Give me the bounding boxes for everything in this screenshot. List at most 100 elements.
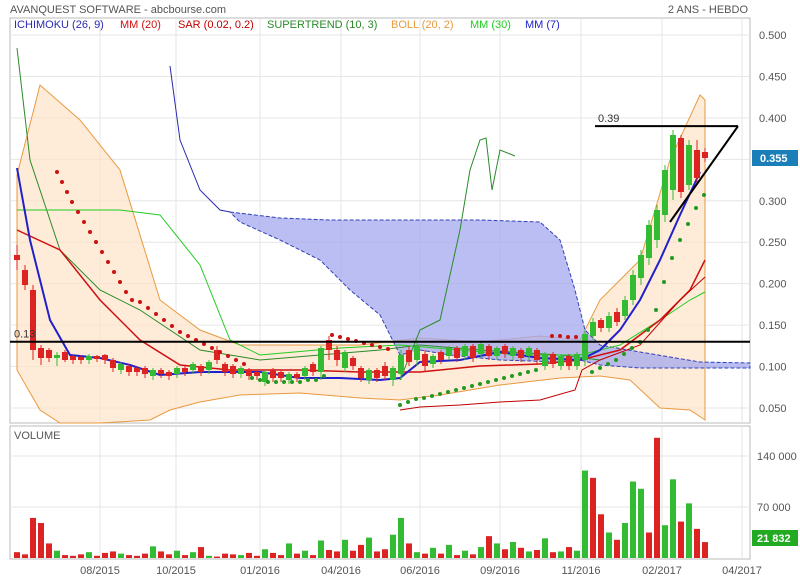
sar-dot bbox=[106, 260, 110, 264]
volume-bar bbox=[326, 549, 332, 558]
volume-bar bbox=[174, 550, 180, 558]
volume-bar bbox=[110, 551, 116, 558]
volume-bar bbox=[214, 556, 220, 558]
volume-bar bbox=[446, 544, 452, 558]
sar-dot bbox=[60, 180, 64, 184]
candle-body bbox=[510, 348, 516, 356]
candle-body bbox=[478, 344, 484, 354]
candle-body bbox=[246, 370, 252, 376]
volume-bar bbox=[30, 517, 36, 558]
legend-item: ICHIMOKU (26, 9) bbox=[14, 19, 104, 31]
legend-item: BOLL (20, 2) bbox=[391, 19, 454, 31]
sar-dot bbox=[574, 335, 578, 339]
volume-bar bbox=[518, 547, 524, 558]
candle-body bbox=[398, 355, 404, 374]
sar-dot bbox=[654, 308, 658, 312]
sar-dot bbox=[88, 230, 92, 234]
sar-dot bbox=[510, 374, 514, 378]
candle-body bbox=[582, 334, 588, 360]
sar-dot bbox=[590, 370, 594, 374]
candle-body bbox=[654, 210, 660, 240]
sar-dot bbox=[70, 200, 74, 204]
y-tick-label: 0.400 bbox=[759, 113, 787, 125]
volume-bar bbox=[14, 552, 20, 558]
sar-dot bbox=[290, 380, 294, 384]
candle-body bbox=[598, 320, 604, 328]
volume-bar bbox=[566, 547, 572, 558]
candle-body bbox=[534, 350, 540, 360]
sar-dot bbox=[124, 290, 128, 294]
sar-dot bbox=[154, 312, 158, 316]
candle-body bbox=[318, 348, 324, 372]
volume-bar bbox=[550, 552, 556, 558]
x-tick-label: 09/2016 bbox=[480, 565, 520, 577]
candle-body bbox=[694, 150, 700, 178]
candle-body bbox=[254, 372, 260, 376]
volume-bar bbox=[654, 437, 660, 558]
sar-dot bbox=[406, 400, 410, 404]
candle-body bbox=[310, 364, 316, 372]
sar-dot bbox=[100, 250, 104, 254]
volume-bar bbox=[238, 555, 244, 558]
candle-body bbox=[542, 354, 548, 366]
volume-bar bbox=[414, 552, 420, 558]
x-axis-labels: 08/2015 10/2015 01/2016 04/2016 06/2016 09/20… bbox=[80, 565, 762, 577]
candle-body bbox=[422, 354, 428, 366]
volume-bar bbox=[230, 554, 236, 558]
volume-bar bbox=[454, 555, 460, 558]
volume-bar bbox=[534, 549, 540, 558]
candle-body bbox=[358, 368, 364, 378]
sar-dot bbox=[55, 170, 59, 174]
sar-dot bbox=[258, 378, 262, 382]
volume-bar bbox=[94, 555, 100, 558]
candle-body bbox=[566, 356, 572, 366]
sar-dot bbox=[470, 384, 474, 388]
volume-bar bbox=[670, 479, 676, 558]
candle-body bbox=[110, 360, 116, 368]
candle-body bbox=[414, 346, 420, 360]
candle-body bbox=[614, 312, 620, 322]
sar-dot bbox=[210, 346, 214, 350]
sar-dot bbox=[606, 362, 610, 366]
y-tick-label: 0.050 bbox=[759, 403, 787, 415]
volume-bar bbox=[198, 547, 204, 558]
sar-dot bbox=[558, 334, 562, 338]
stock-chart: 0.130.39 0.5000.4500.4000.3500.3000.2500… bbox=[9, 4, 798, 577]
last-price-label: 0.355 bbox=[760, 153, 788, 165]
y-axis-labels: 0.5000.4500.4000.3500.3000.2500.2000.150… bbox=[759, 30, 787, 415]
volume-bar bbox=[350, 550, 356, 558]
candle-body bbox=[494, 348, 500, 356]
volume-bar bbox=[590, 477, 596, 558]
volume-bar bbox=[398, 517, 404, 558]
annotation-013: 0.13 bbox=[14, 329, 35, 341]
candle-body bbox=[70, 356, 76, 360]
candle-body bbox=[38, 348, 44, 358]
volume-bar bbox=[494, 543, 500, 558]
volume-bar bbox=[302, 550, 308, 558]
candle-body bbox=[54, 355, 60, 358]
volume-tick-label: 70 000 bbox=[757, 502, 791, 514]
sar-dot bbox=[186, 334, 190, 338]
candle-body bbox=[454, 348, 460, 358]
legend-item: MM (20) bbox=[120, 19, 161, 31]
legend-item: MM (30) bbox=[470, 19, 511, 31]
sar-dot bbox=[298, 380, 302, 384]
candle-body bbox=[558, 356, 564, 366]
volume-bar bbox=[422, 553, 428, 558]
sar-dot bbox=[414, 397, 418, 401]
sar-dot bbox=[694, 206, 698, 210]
volume-bar bbox=[630, 481, 636, 558]
sar-dot bbox=[322, 374, 326, 378]
volume-bar bbox=[486, 536, 492, 558]
volume-bar bbox=[102, 552, 108, 558]
candle-body bbox=[670, 135, 676, 190]
volume-bar bbox=[38, 523, 44, 558]
candle-body bbox=[462, 346, 468, 356]
candle-body bbox=[390, 368, 396, 380]
volume-bar bbox=[246, 552, 252, 558]
candle-body bbox=[78, 357, 84, 360]
candle-body bbox=[222, 364, 228, 372]
volume-bar bbox=[318, 540, 324, 558]
candle-body bbox=[286, 374, 292, 380]
volume-bar bbox=[126, 555, 132, 558]
